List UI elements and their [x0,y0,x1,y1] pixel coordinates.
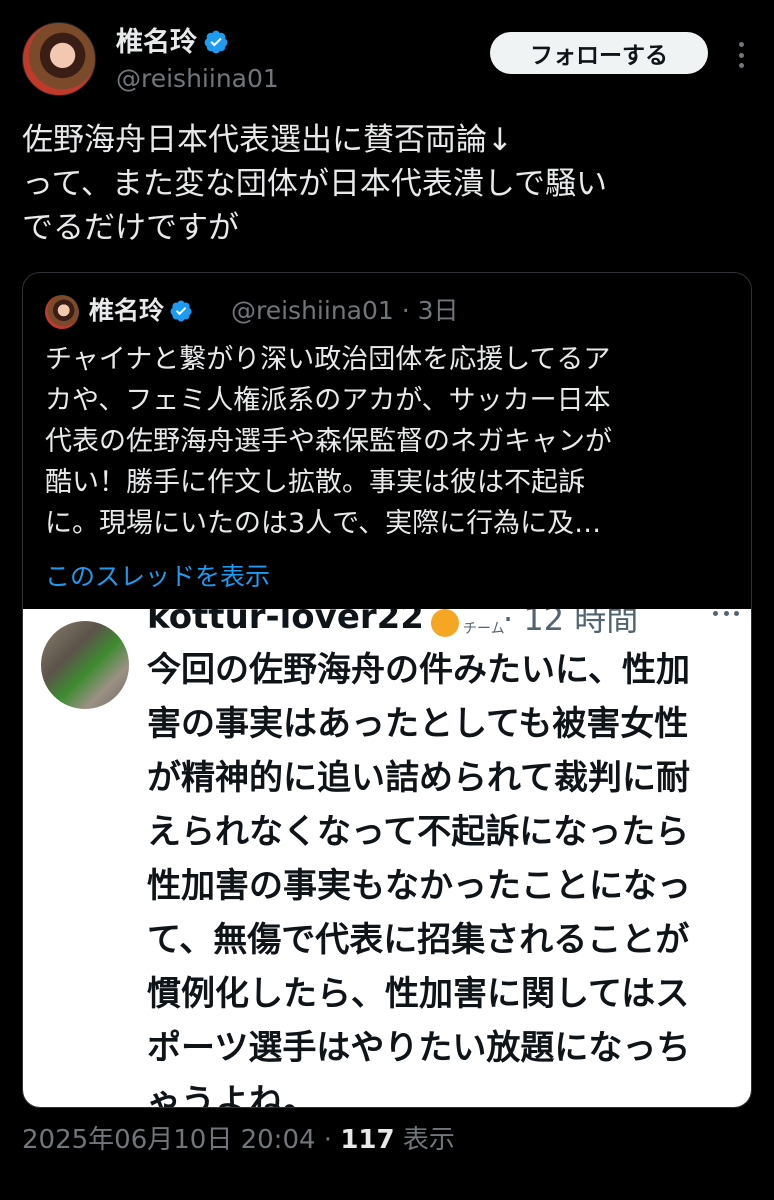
quoted-line: チャイナと繋がり深い政治団体を応援してるア [45,344,611,375]
quoted-line: 酷い！勝手に作文し拡散。事実は彼は不起訴 [45,467,585,498]
views-count: 117 [340,1125,395,1155]
show-thread-link[interactable]: このスレッドを表示 [45,559,270,595]
tweet-line: でるだけですが [22,210,239,246]
meta-separator: · [401,296,410,325]
follow-button[interactable]: フォローする [490,32,708,74]
verified-badge-icon [170,300,192,322]
quoted-tweet-card[interactable]: 椎名玲 @reishiina01 · 3日 チャイナと繋がり深い政治団体を応援し… [22,272,752,1108]
tweet-line: 佐野海舟日本代表選出に賛否両論↓ [22,122,513,158]
quoted-author-name: 椎名玲 [89,293,193,329]
quoted-author-name-label: 椎名玲 [89,296,165,325]
attached-screenshot-image[interactable]: kottur-lover22 チーム · 12 時間 今回の佐野海舟の件みたいに… [23,609,751,1107]
quoted-line: 代表の佐野海舟選手や森保監督のネガキャンが [45,426,612,457]
quoted-tweet-meta: @reishiina01 · 3日 [231,293,459,329]
embedded-text: 今回の佐野海舟の件みたいに、性加 害の事実はあったとしても被害女性 が精神的に追… [147,643,747,1107]
embedded-line: 害の事実はあったとしても被害女性 [147,704,689,744]
verified-badge-icon [204,30,228,54]
quoted-author-avatar [45,295,79,329]
embedded-badge-icon [431,609,459,637]
author-name-label: 椎名玲 [116,27,197,58]
views-label: 表示 [402,1125,455,1155]
author-avatar[interactable] [22,22,96,96]
quoted-author-handle: @reishiina01 [231,296,394,325]
embedded-line: が精神的に追い詰められて裁判に耐 [147,758,690,798]
author-handle[interactable]: @reishiina01 [116,62,279,96]
embedded-avatar [41,621,129,709]
tweet-footer: 2025年06月10日 20:04 · 117 表示 [22,1120,455,1160]
embedded-author-name: kottur-lover22 [147,609,424,637]
embedded-line: て、無傷で代表に招集されることが [147,920,690,960]
embedded-more-icon [713,611,739,619]
tweet-line: って、また変な団体が日本代表潰しで騒い [22,166,607,202]
embedded-line: ゃうよね。 [147,1082,317,1107]
embedded-line: ポーツ選手はやりたい放題になっち [147,1028,691,1068]
quoted-tweet-time: 3日 [417,296,459,325]
quoted-line: カや、フェミ人権派系のアカが、サッカー日本 [45,385,611,416]
author-name[interactable]: 椎名玲 [116,26,229,60]
embedded-line: 今回の佐野海舟の件みたいに、性加 [147,650,690,690]
embedded-line: 慣例化したら、性加害に関してはス [147,974,690,1014]
quoted-tweet-text: チャイナと繋がり深い政治団体を応援してるア カや、フェミ人権派系のアカが、サッカ… [45,339,745,544]
more-options-icon[interactable] [734,42,748,68]
footer-separator: · [323,1125,333,1155]
embedded-time: · 12 時間 [503,609,639,638]
embedded-team-label: チーム [463,621,505,637]
tweet-text: 佐野海舟日本代表選出に賛否両論↓ って、また変な団体が日本代表潰しで騒い でるだ… [22,118,762,250]
tweet-timestamp[interactable]: 2025年06月10日 20:04 [22,1125,316,1155]
embedded-line: 性加害の事実もなかったことになっ [147,866,691,906]
embedded-line: えられなくなって不起訴になったら [147,812,690,852]
quoted-line: に。現場にいたのは3人で、実際に行為に及… [45,508,602,539]
